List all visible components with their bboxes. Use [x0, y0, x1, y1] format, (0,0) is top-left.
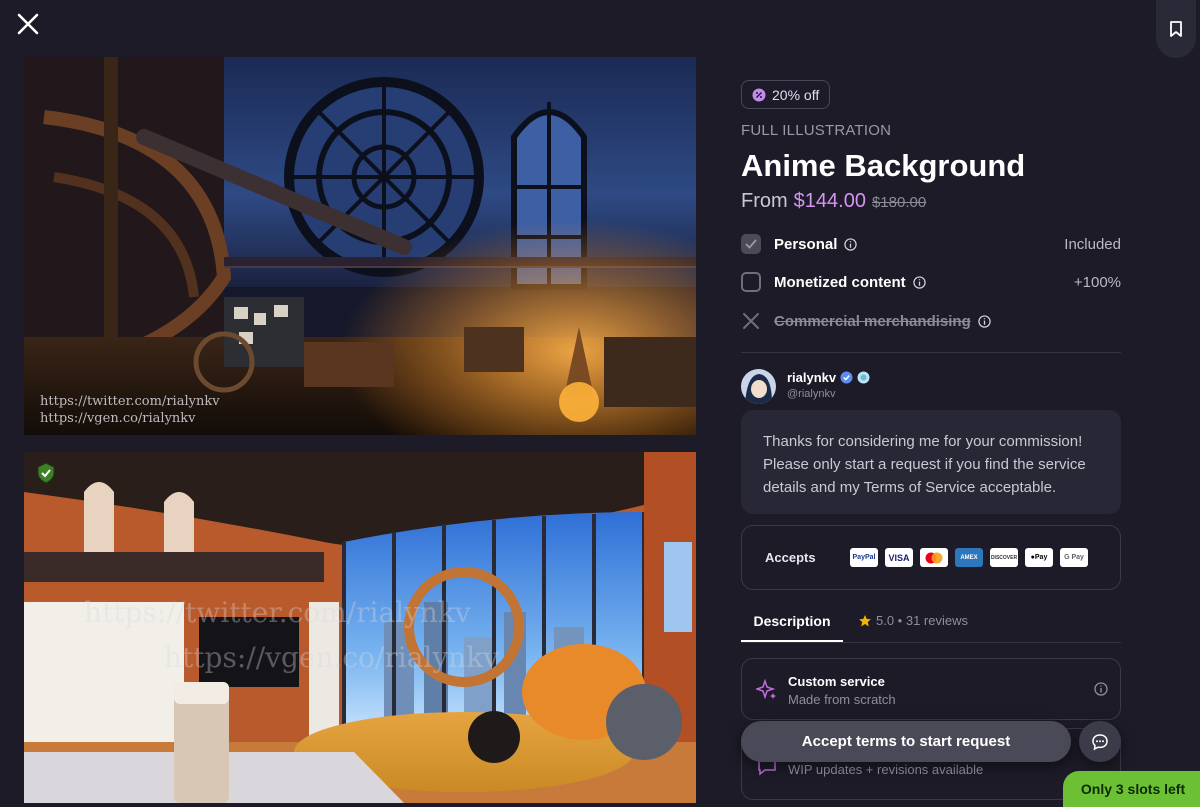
- watermark-big-vgen: https://vgen.co/rialynkv: [164, 641, 499, 674]
- watermark-big-twitter: https://twitter.com/rialynkv: [84, 596, 471, 629]
- price-current: $144.00: [793, 190, 866, 212]
- tab-reviews[interactable]: 5.0 • 31 reviews: [858, 613, 968, 628]
- close-icon: [17, 13, 39, 35]
- info-icon[interactable]: [844, 237, 858, 251]
- google-pay-icon: G Pay: [1060, 548, 1088, 567]
- service-category: FULL ILLUSTRATION: [741, 122, 892, 139]
- option-price: Included: [1064, 235, 1121, 253]
- apple-pay-icon: ●Pay: [1025, 548, 1053, 567]
- discover-icon: DISCOVER: [990, 548, 1018, 567]
- unavailable-icon: [741, 311, 761, 331]
- badge-percent-icon: [752, 88, 766, 101]
- option-monetized[interactable]: Monetized content +100%: [741, 270, 1121, 294]
- artist-name-text: rialynkv: [787, 370, 837, 385]
- option-commercial: Commercial merchandising: [741, 309, 1121, 333]
- artist-avatar[interactable]: [741, 369, 776, 404]
- divider: [741, 352, 1121, 353]
- paypal-icon: PayPal: [850, 548, 878, 567]
- bookmark-button[interactable]: [1156, 0, 1196, 58]
- reviews-summary: 5.0 • 31 reviews: [876, 613, 968, 628]
- slots-remaining-badge: Only 3 slots left: [1063, 771, 1200, 807]
- star-icon: [859, 614, 871, 626]
- message-icon: [1092, 733, 1108, 750]
- artist-name[interactable]: rialynkv: [787, 370, 870, 385]
- info-icon[interactable]: [1094, 682, 1108, 696]
- payment-methods: Accepts PayPal VISA AMEX DISCOVER ●Pay G…: [741, 525, 1121, 590]
- checkbox-unchecked[interactable]: [741, 272, 761, 292]
- info-icon[interactable]: [912, 275, 926, 289]
- service-title: Custom service: [788, 674, 885, 689]
- service-subtitle: Made from scratch: [788, 692, 896, 707]
- visa-icon: VISA: [885, 548, 913, 567]
- tabs-divider: [741, 642, 1121, 643]
- bookmark-icon: [1170, 21, 1182, 37]
- info-icon[interactable]: [978, 314, 991, 328]
- price-original: $180.00: [871, 194, 927, 211]
- sparkle-icon: [756, 679, 776, 700]
- service-feature-custom: Custom service Made from scratch: [741, 658, 1121, 720]
- price-row: From $144.00 $180.00: [741, 190, 926, 213]
- creator-badge-icon: [857, 371, 870, 384]
- verified-check-icon: [840, 371, 853, 384]
- tab-description[interactable]: Description: [741, 604, 843, 642]
- service-subtitle: WIP updates + revisions available: [788, 762, 984, 777]
- discount-label: 20% off: [772, 86, 820, 103]
- amex-icon: AMEX: [955, 548, 983, 567]
- price-prefix: From: [741, 190, 788, 212]
- verified-badge-icon: [35, 462, 57, 484]
- mastercard-icon: [920, 548, 948, 567]
- artist-handle: @rialynkv: [787, 388, 836, 400]
- option-label: Monetized content: [774, 273, 906, 291]
- service-title: Anime Background: [741, 148, 1026, 183]
- watermark-vgen: https://vgen.co/rialynkv: [40, 411, 196, 426]
- gallery-image-1[interactable]: https://twitter.com/rialynkv https://vge…: [24, 57, 696, 435]
- check-icon: [745, 239, 757, 249]
- artist-message: Thanks for considering me for your commi…: [741, 410, 1121, 514]
- close-button[interactable]: [14, 10, 42, 38]
- option-personal[interactable]: Personal Included: [741, 232, 1121, 256]
- checkbox-checked[interactable]: [741, 234, 761, 254]
- discount-badge: 20% off: [741, 80, 831, 109]
- option-label: Personal: [774, 235, 838, 253]
- gallery-image-2[interactable]: https://twitter.com/rialynkv https://vge…: [24, 452, 696, 803]
- accept-terms-button[interactable]: Accept terms to start request: [741, 721, 1071, 762]
- option-label: Commercial merchandising: [774, 312, 971, 330]
- watermark-twitter: https://twitter.com/rialynkv: [40, 394, 220, 409]
- option-price: +100%: [1073, 273, 1121, 291]
- accepts-label: Accepts: [765, 550, 816, 565]
- message-button[interactable]: [1079, 721, 1121, 762]
